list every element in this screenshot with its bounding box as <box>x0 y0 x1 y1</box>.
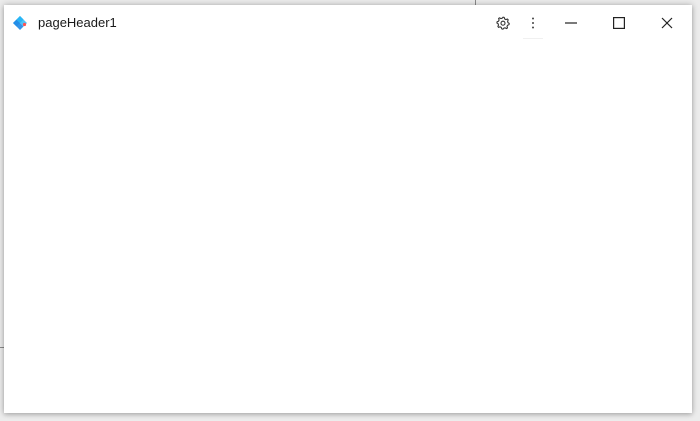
content-area <box>4 41 692 413</box>
window-title: pageHeader1 <box>38 15 117 30</box>
app-logo-icon <box>12 15 28 31</box>
more-vertical-icon <box>531 17 535 29</box>
maximize-icon <box>613 17 625 29</box>
minimize-button[interactable] <box>548 9 594 37</box>
more-options-button[interactable] <box>520 9 546 39</box>
app-window: pageHeader1 <box>4 5 692 413</box>
close-icon <box>661 17 673 29</box>
title-bar[interactable]: pageHeader1 <box>4 5 692 41</box>
gear-icon <box>496 16 510 30</box>
maximize-button[interactable] <box>596 9 642 37</box>
settings-button[interactable] <box>490 9 516 37</box>
close-button[interactable] <box>644 9 690 37</box>
minimize-icon <box>565 17 577 29</box>
